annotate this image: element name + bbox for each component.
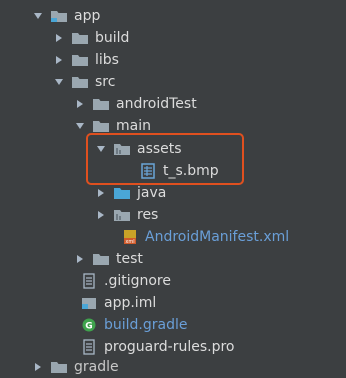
svg-text:G: G (85, 322, 92, 332)
module-folder-icon (50, 9, 68, 23)
tree-item-label: .gitignore (104, 273, 171, 289)
tree-item-gradle[interactable]: gradle (0, 356, 346, 378)
svg-text:xml: xml (125, 239, 134, 245)
tree-item-label: app.iml (104, 295, 157, 311)
tree-item-label: androidTest (116, 96, 197, 112)
chevron-right-icon[interactable] (74, 253, 86, 265)
tree-item-gitignore[interactable]: .gitignore (0, 270, 346, 292)
tree-item-androidtest[interactable]: androidTest (0, 93, 346, 115)
chevron-down-icon[interactable] (53, 76, 65, 88)
tree-item-label: app (74, 8, 101, 24)
tree-item-label: AndroidManifest.xml (145, 229, 290, 245)
chevron-right-icon[interactable] (53, 54, 65, 66)
tree-item-build-gradle[interactable]: G build.gradle (0, 314, 346, 336)
folder-icon (71, 53, 89, 67)
tree-item-label: assets (137, 141, 182, 157)
tree-item-libs[interactable]: libs (0, 49, 346, 71)
gradle-file-icon: G (80, 318, 98, 332)
tree-item-label: res (137, 207, 159, 223)
chevron-down-icon[interactable] (95, 143, 107, 155)
tree-item-test[interactable]: test (0, 248, 346, 270)
tree-item-label: test (116, 251, 143, 267)
tree-item-assets[interactable]: assets (0, 138, 346, 160)
chevron-down-icon[interactable] (74, 120, 86, 132)
chevron-right-icon[interactable] (53, 32, 65, 44)
tree-item-app-iml[interactable]: app.iml (0, 292, 346, 314)
tree-item-main[interactable]: main (0, 115, 346, 137)
folder-icon (71, 31, 89, 45)
tree-item-androidmanifest[interactable]: xml AndroidManifest.xml (0, 226, 346, 248)
iml-file-icon (80, 296, 98, 310)
tree-item-build[interactable]: build (0, 27, 346, 49)
tree-item-label: build.gradle (104, 317, 188, 333)
folder-icon (71, 75, 89, 89)
chevron-right-icon[interactable] (95, 209, 107, 221)
tree-item-label: proguard-rules.pro (104, 339, 235, 355)
chevron-right-icon[interactable] (95, 187, 107, 199)
tree-item-label: gradle (74, 359, 119, 375)
image-file-icon (139, 163, 157, 179)
tree-item-java[interactable]: java (0, 182, 346, 204)
folder-icon (92, 119, 110, 133)
tree-item-label: libs (95, 52, 119, 68)
folder-icon (50, 360, 68, 374)
chevron-right-icon[interactable] (74, 98, 86, 110)
chevron-right-icon[interactable] (32, 361, 44, 373)
tree-item-proguard[interactable]: proguard-rules.pro (0, 336, 346, 358)
text-file-icon (80, 273, 98, 289)
text-file-icon (80, 339, 98, 355)
java-folder-icon (113, 186, 131, 200)
res-folder-icon (113, 208, 131, 222)
tree-item-src[interactable]: src (0, 71, 346, 93)
tree-item-label: src (95, 74, 116, 90)
tree-item-app[interactable]: app (0, 5, 346, 27)
project-tree: app build libs src androidTest main asse… (0, 0, 346, 375)
folder-icon (92, 252, 110, 266)
chevron-down-icon[interactable] (32, 10, 44, 22)
assets-folder-icon (113, 142, 131, 156)
folder-icon (92, 97, 110, 111)
tree-item-label: java (137, 185, 167, 201)
tree-item-label: main (116, 118, 151, 134)
xml-file-icon: xml (121, 230, 139, 245)
tree-item-res[interactable]: res (0, 204, 346, 226)
tree-item-label: t_s.bmp (163, 163, 219, 179)
tree-item-t-s-bmp[interactable]: t_s.bmp (0, 160, 346, 182)
tree-item-label: build (95, 30, 130, 46)
